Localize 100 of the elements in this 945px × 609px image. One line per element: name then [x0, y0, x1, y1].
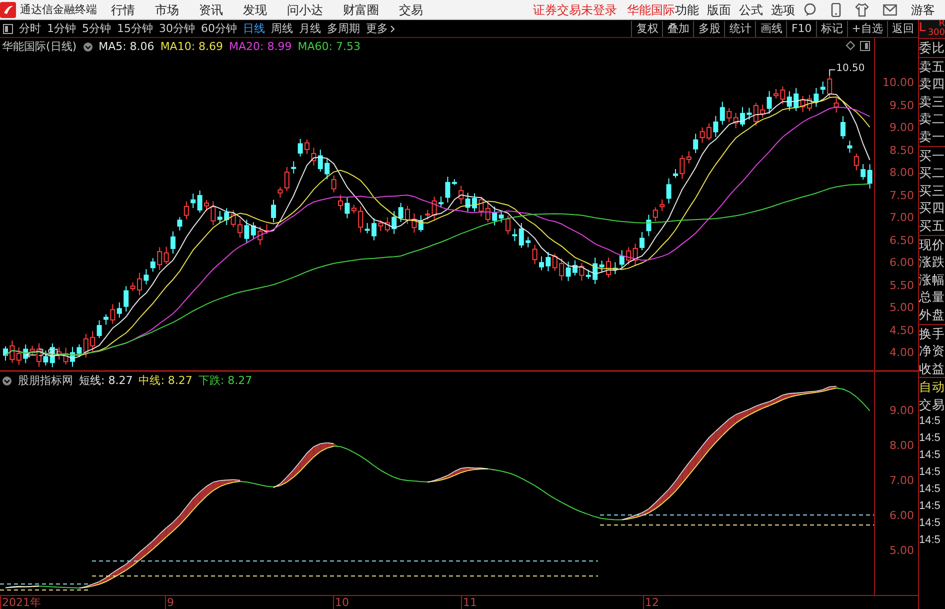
price-axis-label: 10.00: [882, 76, 914, 89]
phone-icon[interactable]: [831, 2, 841, 16]
panel-toggle-icon[interactable]: [3, 24, 13, 34]
period-tab[interactable]: 日线: [243, 21, 265, 36]
period-tab[interactable]: 30分钟: [159, 21, 195, 36]
trade-time: 14:5: [919, 465, 942, 480]
trade-time: 14:5: [919, 533, 942, 548]
menu-item[interactable]: 功能: [675, 2, 699, 18]
menu-item[interactable]: 交易: [399, 2, 423, 18]
quote-field-label: 卖三: [919, 92, 945, 110]
trade-time: 14:5: [919, 414, 942, 430]
menu-item[interactable]: 问小达: [287, 2, 323, 18]
menu-item[interactable]: 资讯: [199, 2, 223, 18]
quote-field-label: 卖二: [919, 110, 945, 128]
price-axis-label: 5.50: [890, 278, 914, 292]
quote-field-label: 委比: [919, 39, 945, 57]
indicator-title: 股朋指标网: [18, 373, 73, 388]
corner-sub-label: 300: [928, 29, 945, 38]
leader-line: [26, 352, 36, 358]
trade-time: 14:5: [919, 448, 942, 464]
period-tab[interactable]: 周线: [271, 21, 293, 36]
price-axis-label: 6.50: [890, 234, 914, 246]
quote-field-label: 买四: [919, 199, 945, 217]
tool-button[interactable]: 统计: [724, 20, 756, 36]
chart-title: 华能国际(日线): [2, 39, 77, 54]
period-tab[interactable]: 60分钟: [201, 21, 237, 36]
period-tab[interactable]: 5分钟: [82, 21, 111, 36]
quote-field-label: 买三: [919, 182, 945, 200]
price-axis-label: 9.00: [890, 121, 914, 134]
quote-field-label: 涨跌: [919, 253, 945, 271]
price-axis-label: 8.00: [890, 166, 914, 179]
tool-button[interactable]: 复权: [631, 20, 662, 36]
quote-field-label: 现价: [919, 236, 945, 254]
period-tab[interactable]: 1分钟: [47, 21, 76, 36]
indicator-value: 中线: 8.27: [138, 373, 192, 388]
date-axis-label: 12: [643, 596, 659, 609]
quote-field-label: 收益: [919, 360, 945, 378]
trade-time: 14:5: [919, 499, 942, 514]
window-icon[interactable]: [860, 41, 870, 51]
date-axis-label: 9: [165, 596, 174, 609]
price-axis-label: 7.00: [890, 211, 914, 224]
price-axis-label: 8.50: [890, 144, 914, 156]
indicator-axis-label: 9.00: [890, 404, 914, 417]
moving-average-value: MA60: 7.53: [298, 40, 360, 53]
indicator-value: 下跌: 8.27: [198, 373, 252, 388]
quote-field-label: 卖四: [919, 75, 945, 93]
tool-button[interactable]: 画线: [755, 20, 786, 36]
tool-button[interactable]: 叠加: [662, 20, 694, 36]
trade-time: 14:5: [919, 431, 942, 446]
menu-item[interactable]: 行情: [111, 2, 135, 18]
mail-icon[interactable]: [883, 4, 897, 16]
indicator-axis-label: 6.00: [890, 509, 914, 522]
indicator-axis-label: 7.00: [890, 474, 914, 487]
quote-field-label: 卖一: [919, 128, 945, 146]
quote-field-label: 换手: [919, 324, 945, 342]
trade-time: 14:5: [919, 516, 942, 532]
corner-label[interactable]: L: [919, 20, 926, 34]
expand-icon[interactable]: [2, 376, 12, 386]
app-title: 通达信金融终端: [20, 2, 97, 18]
period-tab[interactable]: 分时: [19, 21, 41, 36]
menu-item[interactable]: 财富圈: [343, 2, 379, 18]
moving-average-value: MA5: 8.06: [98, 40, 154, 53]
quote-field-label: 买一: [919, 146, 945, 164]
trade-time: 14:5: [919, 482, 942, 498]
more-button[interactable]: 更多: [366, 21, 388, 36]
date-axis-label: 11: [461, 596, 477, 609]
quote-field-label: 涨幅: [919, 270, 945, 288]
tool-button[interactable]: 多股: [693, 20, 724, 36]
expand-icon[interactable]: [82, 42, 93, 52]
tool-button[interactable]: +自选: [846, 20, 887, 36]
quote-field-label: 买二: [919, 164, 945, 182]
mode-label[interactable]: 自动: [919, 378, 945, 396]
diamond-icon[interactable]: [846, 41, 855, 50]
menu-item[interactable]: 发现: [243, 2, 267, 18]
tool-button[interactable]: F10: [786, 20, 816, 36]
tool-button[interactable]: 标记: [816, 20, 847, 36]
chevron-right-icon[interactable]: [390, 24, 395, 32]
menu-item[interactable]: 版面: [707, 2, 731, 18]
shirt-icon[interactable]: [855, 2, 869, 16]
quote-field-label: 净资: [919, 342, 945, 360]
price-axis-label: 4.00: [890, 346, 914, 359]
quote-field-label: 外盘: [919, 306, 945, 324]
trade-label: 交易: [919, 396, 945, 414]
menu-item[interactable]: 选项: [771, 2, 795, 18]
quote-field-label: 买五: [919, 216, 945, 235]
menu-item[interactable]: 市场: [155, 2, 179, 18]
menu-item[interactable]: 公式: [739, 2, 763, 18]
period-tab[interactable]: 15分钟: [117, 21, 153, 36]
chat-icon[interactable]: [803, 2, 817, 16]
period-tab[interactable]: 月线: [299, 21, 321, 36]
quote-field-label: 总量: [919, 288, 945, 306]
date-axis-label: 2021年: [0, 596, 41, 609]
price-axis-label: 5.00: [890, 301, 914, 314]
login-status: 证券交易未登录: [533, 2, 617, 18]
price-axis-label: 4.50: [890, 324, 914, 336]
period-tab[interactable]: 多周期: [327, 21, 360, 36]
price-axis-label: 7.50: [890, 188, 914, 202]
price-axis-label: 6.00: [890, 256, 914, 269]
user-label[interactable]: 游客: [911, 2, 935, 18]
low-price-label: 3.91: [38, 348, 60, 359]
